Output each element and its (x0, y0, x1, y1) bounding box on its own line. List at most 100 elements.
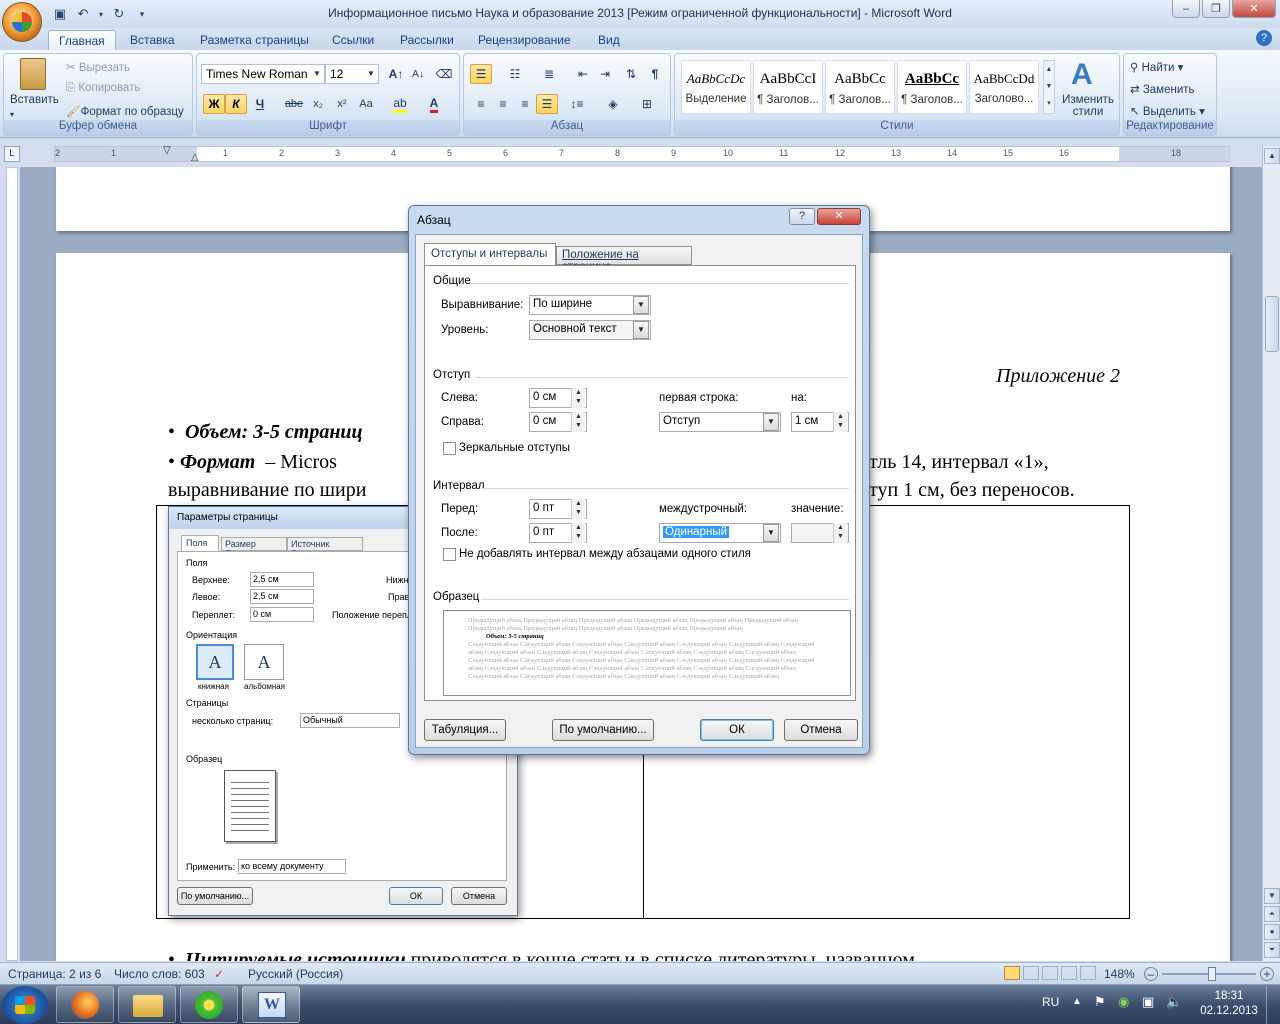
left-indent-spinner[interactable]: ▲ ▼ (571, 388, 585, 408)
strikethrough-button[interactable]: abe (283, 94, 305, 114)
proofing-icon[interactable]: ✓ (214, 967, 224, 981)
zoom-level[interactable]: 148% (1104, 967, 1135, 981)
page-setup-default-button[interactable]: По умолчанию... (177, 887, 253, 905)
taskbar-explorer[interactable] (118, 986, 176, 1023)
horizontal-ruler[interactable]: ▽ △ 2 1 1 2 3 4 5 6 7 8 9 10 11 12 13 14… (54, 145, 1231, 163)
chevron-down-icon[interactable]: ▼ (633, 296, 649, 314)
tab-review[interactable]: Рецензирование (468, 30, 581, 50)
top-margin-input[interactable]: 2,5 см (250, 572, 314, 587)
page-setup-tab-source[interactable]: Источник бумаги (287, 537, 363, 559)
antivirus-icon[interactable]: ◉ (1118, 994, 1129, 1010)
office-button[interactable] (2, 2, 42, 42)
shading-button[interactable]: ◈ (602, 94, 624, 114)
chevron-down-icon[interactable]: ▼ (763, 524, 779, 542)
italic-button[interactable]: К (225, 94, 247, 114)
find-button[interactable]: ⚲ Найти ▾ (1130, 60, 1183, 74)
default-button[interactable]: По умолчанию... (552, 719, 654, 741)
scroll-down-icon[interactable]: ▼ (1264, 888, 1280, 904)
after-spinner[interactable]: ▲ ▼ (571, 523, 585, 543)
align-left-button[interactable]: ≡ (470, 94, 492, 114)
borders-button[interactable]: ⊞ (636, 94, 658, 114)
sort-button[interactable]: ⇅ (620, 64, 642, 84)
style-heading-3[interactable]: AaBbCc ¶ Заголов... (897, 60, 967, 114)
change-case-button[interactable]: Aa (355, 94, 377, 114)
tab-indents-spacing[interactable]: Отступы и интервалы (424, 243, 556, 265)
zoom-in-icon[interactable]: + (1260, 967, 1274, 981)
vertical-ruler[interactable] (6, 167, 18, 961)
cancel-button[interactable]: Отмена (784, 719, 858, 741)
replace-button[interactable]: ⇄ Заменить (1130, 82, 1195, 96)
before-spinner[interactable]: ▲ ▼ (571, 499, 585, 519)
align-right-button[interactable]: ≡ (514, 94, 536, 114)
page-setup-tab-paper[interactable]: Размер бумаги (221, 537, 287, 559)
font-color-button[interactable]: A (423, 94, 445, 114)
paste-button[interactable]: Вставить (10, 94, 59, 106)
underline-button[interactable]: Ч (249, 94, 271, 114)
no-space-checkbox[interactable] (443, 548, 456, 561)
volume-icon[interactable]: 🔈 (1166, 994, 1182, 1010)
increase-indent-button[interactable]: ⇥ (594, 64, 616, 84)
taskbar-word[interactable]: W (242, 986, 300, 1023)
change-styles-button[interactable]: Изменить стили (1061, 94, 1115, 118)
zoom-slider-thumb[interactable] (1208, 967, 1216, 981)
page-setup-tab-margins[interactable]: Поля (181, 535, 219, 551)
at-spinner[interactable]: ▲ ▼ (833, 523, 847, 543)
bullets-button[interactable]: ☰ (470, 64, 492, 84)
chevron-down-icon[interactable]: ▼ (763, 413, 779, 431)
next-page-icon[interactable]: ⏷ (1264, 942, 1280, 958)
landscape-icon[interactable]: A (244, 644, 284, 680)
vertical-scrollbar[interactable]: ▲ ▼ ⏶ ● ⏷ (1262, 146, 1280, 961)
apply-select[interactable]: ко всему документу (238, 859, 346, 874)
ok-button[interactable]: ОК (700, 719, 774, 741)
shrink-font-button[interactable]: A ↓ (407, 64, 429, 84)
flag-icon[interactable]: ⚑ (1094, 994, 1106, 1010)
mirror-indents-checkbox[interactable] (443, 442, 456, 455)
dialog-close-button[interactable]: ✕ (817, 208, 861, 225)
numbering-button[interactable]: ☷ (504, 64, 526, 84)
tab-line-page-breaks[interactable]: Положение на странице (556, 246, 692, 273)
show-marks-button[interactable]: ¶ (644, 64, 666, 84)
format-painter-button[interactable]: 🖌Формат по образцу (66, 104, 184, 118)
scroll-up-icon[interactable]: ▲ (1264, 148, 1280, 164)
tab-mailings[interactable]: Рассылки (390, 30, 464, 50)
web-layout-icon[interactable] (1042, 966, 1058, 980)
style-heading-4[interactable]: AaBbCcDd Заголово... (969, 60, 1039, 114)
restore-button[interactable]: ❐ (1202, 0, 1230, 18)
left-margin-input[interactable]: 2,5 см (250, 589, 314, 604)
help-button[interactable]: ? (789, 208, 815, 225)
decrease-indent-button[interactable]: ⇤ (572, 64, 594, 84)
zoom-out-icon[interactable]: – (1144, 967, 1158, 981)
tab-references[interactable]: Ссылки (322, 30, 384, 50)
taskbar-icq[interactable] (180, 986, 238, 1023)
outline-icon[interactable] (1061, 966, 1077, 980)
network-icon[interactable]: ▣ (1142, 994, 1154, 1010)
tab-insert[interactable]: Вставка (120, 30, 185, 50)
tab-selector[interactable]: L (4, 146, 20, 162)
chevron-down-icon[interactable]: ▼ (633, 321, 649, 339)
hanging-indent-marker[interactable]: △ (191, 152, 199, 163)
start-button[interactable] (2, 986, 48, 1024)
previous-page-icon[interactable]: ⏶ (1264, 906, 1280, 922)
input-language[interactable]: RU (1042, 995, 1059, 1009)
tab-page-layout[interactable]: Разметка страницы (190, 30, 319, 50)
style-heading-1[interactable]: AaBbCcI ¶ Заголов... (753, 60, 823, 114)
multiple-pages-select[interactable]: Обычный (300, 713, 400, 728)
font-size-combo[interactable]: 12 ▼ (325, 64, 379, 84)
align-center-button[interactable]: ≡ (492, 94, 514, 114)
full-screen-icon[interactable] (1023, 966, 1039, 980)
superscript-button[interactable]: x² (331, 94, 353, 114)
word-count[interactable]: Число слов: 603 (114, 967, 205, 981)
scroll-thumb[interactable] (1265, 296, 1279, 352)
taskbar-firefox[interactable] (56, 986, 114, 1023)
paste-dropdown-icon[interactable]: ▾ (10, 110, 14, 119)
page-setup-cancel-button[interactable]: Отмена (451, 887, 507, 905)
show-desktop-button[interactable] (1266, 986, 1280, 1024)
close-button[interactable]: ✕ (1232, 0, 1276, 18)
show-hidden-icons[interactable]: ▲ (1072, 996, 1082, 1007)
select-button[interactable]: ↖ Выделить ▾ (1130, 104, 1205, 118)
tabs-button[interactable]: Табуляция... (424, 719, 506, 741)
draft-icon[interactable] (1080, 966, 1096, 980)
gutter-input[interactable]: 0 см (250, 607, 314, 622)
copy-button[interactable]: ⎘ Копировать (66, 82, 140, 95)
tab-view[interactable]: Вид (588, 30, 630, 50)
